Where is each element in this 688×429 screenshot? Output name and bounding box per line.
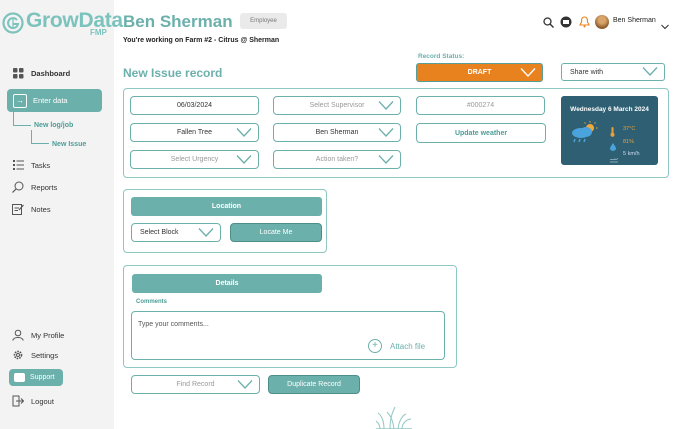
block-select-value: Select Block bbox=[140, 229, 179, 236]
date-value: 06/03/2024 bbox=[176, 102, 213, 109]
update-weather-label: Update weather bbox=[454, 129, 508, 137]
sidebar-item-logout[interactable]: Logout bbox=[12, 394, 54, 408]
tree-connector bbox=[13, 112, 31, 126]
supervisor-placeholder: Select Supervisor bbox=[309, 102, 365, 109]
chevron-down-icon bbox=[237, 379, 253, 392]
sidebar-item-label: My Profile bbox=[31, 330, 65, 340]
assignee-select[interactable]: Ben Sherman bbox=[273, 123, 401, 142]
chevron-down-icon bbox=[198, 227, 214, 240]
sidebar-item-label: Dashboard bbox=[31, 68, 71, 78]
record-id-field: #000274 bbox=[416, 96, 545, 115]
sidebar-item-tasks[interactable]: Tasks bbox=[12, 158, 50, 172]
logo-g-icon bbox=[2, 12, 24, 34]
wind-value: 5 km/h bbox=[623, 151, 640, 157]
brand-sub: FMP bbox=[90, 28, 107, 37]
avatar[interactable] bbox=[595, 15, 609, 29]
action-taken-select[interactable]: Action taken? bbox=[273, 150, 401, 169]
wind-icon bbox=[610, 151, 619, 169]
record-status-label: Record Status: bbox=[418, 53, 465, 60]
sidebar-item-label: Logout bbox=[31, 396, 54, 406]
comments-placeholder: Type your comments... bbox=[138, 321, 209, 328]
share-with-label: Share with bbox=[570, 68, 604, 76]
sidebar: GrowData FMP Dashboard → Enter data New … bbox=[0, 0, 123, 429]
sidebar-item-settings[interactable]: Settings bbox=[12, 348, 58, 362]
chat-icon bbox=[14, 373, 25, 382]
chevron-down-icon bbox=[378, 127, 394, 140]
assignee-value: Ben Sherman bbox=[315, 129, 359, 136]
temperature-value: 37°C bbox=[623, 126, 636, 132]
chevron-down-icon bbox=[236, 154, 252, 167]
sidebar-item-enter-data[interactable]: → Enter data bbox=[7, 89, 102, 112]
user-name-title: Ben Sherman bbox=[123, 12, 233, 31]
chevron-down-icon bbox=[378, 154, 394, 167]
brand-name: GrowData bbox=[26, 9, 123, 32]
logout-icon bbox=[12, 395, 24, 407]
find-record-select[interactable]: Find Record bbox=[131, 375, 260, 394]
plus-icon: + bbox=[368, 339, 382, 353]
comments-label: Comments bbox=[136, 299, 168, 305]
gear-icon bbox=[12, 349, 24, 361]
working-on-text: You're working on Farm #2 - Citrus @ She… bbox=[123, 37, 280, 44]
support-label: Support bbox=[30, 374, 55, 381]
attach-file-label: Attach file bbox=[390, 341, 426, 351]
duplicate-record-label: Duplicate Record bbox=[287, 381, 341, 388]
chevron-down-icon bbox=[520, 67, 536, 80]
sidebar-item-my-profile[interactable]: My Profile bbox=[12, 328, 64, 342]
duplicate-record-button[interactable]: Duplicate Record bbox=[268, 375, 360, 394]
issue-type-value: Fallen Tree bbox=[176, 129, 213, 136]
bell-icon[interactable] bbox=[578, 16, 590, 28]
dashboard-grid-icon bbox=[12, 67, 24, 79]
urgency-select[interactable]: Select Urgency bbox=[130, 150, 259, 169]
details-header: Details bbox=[132, 274, 322, 293]
sidebar-item-label: Reports bbox=[31, 182, 58, 192]
sidebar-item-label: Notes bbox=[31, 204, 51, 214]
sidebar-item-reports[interactable]: Reports bbox=[12, 180, 57, 194]
support-button[interactable]: Support bbox=[9, 369, 63, 386]
sidebar-item-label: Enter data bbox=[33, 96, 68, 105]
sidebar-subitem-new-issue[interactable]: New Issue bbox=[52, 141, 86, 148]
record-status-select[interactable]: DRAFT bbox=[416, 63, 543, 82]
location-header: Location bbox=[131, 197, 322, 216]
record-id-value: #000274 bbox=[466, 102, 495, 109]
update-weather-button[interactable]: Update weather bbox=[416, 123, 546, 143]
weather-date: Wednesday 6 March 2024 bbox=[570, 106, 649, 113]
date-field[interactable]: 06/03/2024 bbox=[130, 96, 259, 115]
share-with-select[interactable]: Share with bbox=[561, 63, 665, 81]
action-placeholder: Action taken? bbox=[315, 156, 359, 163]
locate-me-button[interactable]: Locate Me bbox=[230, 223, 322, 242]
attach-file-button[interactable]: + Attach file bbox=[368, 339, 425, 353]
list-icon bbox=[12, 159, 24, 171]
search-icon[interactable] bbox=[542, 16, 554, 28]
locate-me-label: Locate Me bbox=[259, 229, 293, 236]
role-badge: Employee bbox=[240, 13, 287, 29]
supervisor-select[interactable]: Select Supervisor bbox=[273, 96, 401, 115]
sidebar-item-notes[interactable]: Notes bbox=[12, 202, 51, 216]
block-select[interactable]: Select Block bbox=[131, 223, 221, 242]
record-status-value: DRAFT bbox=[467, 69, 492, 76]
humidity-value: 81% bbox=[623, 139, 635, 145]
tree-connector bbox=[31, 130, 49, 144]
magnify-icon bbox=[12, 181, 24, 193]
issue-type-select[interactable]: Fallen Tree bbox=[130, 123, 259, 142]
user-icon bbox=[12, 329, 24, 341]
chevron-down-icon bbox=[642, 66, 658, 79]
note-edit-icon bbox=[12, 203, 24, 215]
find-record-label: Find Record bbox=[176, 381, 215, 388]
enter-arrow-icon: → bbox=[13, 93, 27, 108]
messages-icon[interactable] bbox=[560, 16, 572, 28]
chevron-down-icon bbox=[236, 127, 252, 140]
grass-decoration-icon bbox=[375, 405, 412, 429]
chevron-down-icon[interactable] bbox=[661, 17, 669, 35]
sidebar-item-dashboard[interactable]: Dashboard bbox=[12, 66, 70, 80]
chevron-down-icon bbox=[378, 100, 394, 113]
weather-card: Wednesday 6 March 2024 37°C 81% 5 km/h bbox=[561, 96, 658, 165]
header-user-name[interactable]: Ben Sherman bbox=[613, 17, 656, 24]
sidebar-item-label: Tasks bbox=[31, 160, 51, 170]
urgency-placeholder: Select Urgency bbox=[170, 156, 219, 163]
rain-sun-icon bbox=[570, 120, 600, 149]
sidebar-subitem-new-log[interactable]: New log/job bbox=[34, 122, 73, 129]
sidebar-item-label: Settings bbox=[31, 350, 59, 360]
page-title: New Issue record bbox=[123, 66, 223, 80]
